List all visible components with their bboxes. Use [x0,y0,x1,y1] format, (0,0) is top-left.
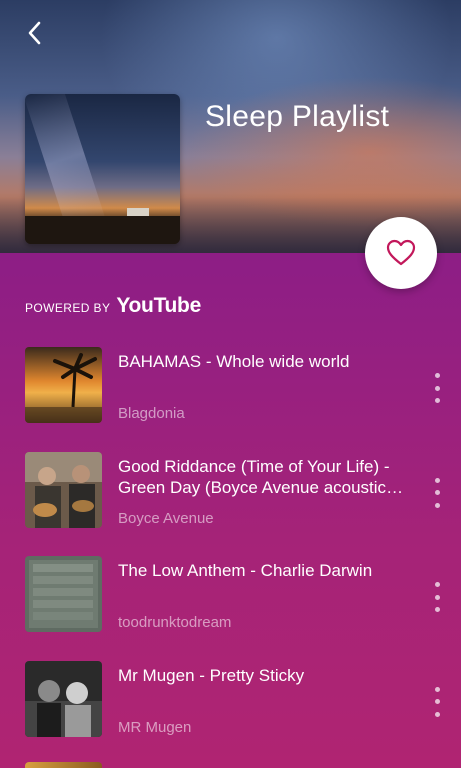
more-options-icon[interactable] [427,582,447,612]
track-artist: MR Mugen [118,718,192,736]
track-artist: Blagdonia [118,405,185,422]
track-thumbnail-partial [25,762,102,768]
more-options-icon[interactable] [427,686,447,717]
favorite-button[interactable] [365,217,437,289]
track-row[interactable]: Good Riddance (Time of Your Life) - Gree… [0,450,461,555]
track-row[interactable]: BAHAMAS - Whole wide world Blagdonia [0,345,461,450]
chevron-left-icon [28,21,41,45]
track-title: The Low Anthem - Charlie Darwin [118,561,373,580]
playlist-screen: Sleep Playlist POWERED BY YouTube BAHAMA… [0,0,461,768]
track-title: Mr Mugen - Pretty Sticky [118,665,305,685]
heart-outline-icon [386,239,416,266]
track-artist: toodrunktodream [118,614,232,631]
back-button[interactable] [20,18,50,48]
track-row[interactable]: The Low Anthem - Charlie Darwin toodrunk… [0,554,461,659]
track-thumbnail [25,451,102,528]
track-title: Good Riddance (Time of Your Life) - Gree… [118,456,390,497]
youtube-logo: YouTube [116,294,201,317]
more-options-icon[interactable] [427,373,447,403]
more-options-icon[interactable] [427,477,447,508]
track-thumbnail [25,660,102,737]
track-list: BAHAMAS - Whole wide world Blagdonia Goo… [0,345,461,763]
track-artist: Boyce Avenue [118,509,214,527]
track-thumbnail [25,556,102,632]
track-title: BAHAMAS - Whole wide world [118,352,350,371]
playlist-cover-image [25,94,180,244]
powered-by-label: POWERED BY [25,301,111,315]
track-row[interactable]: Mr Mugen - Pretty Sticky MR Mugen [0,659,461,764]
powered-by-youtube: POWERED BY YouTube [25,294,201,318]
track-thumbnail [25,347,102,423]
playlist-title: Sleep Playlist [205,100,390,133]
